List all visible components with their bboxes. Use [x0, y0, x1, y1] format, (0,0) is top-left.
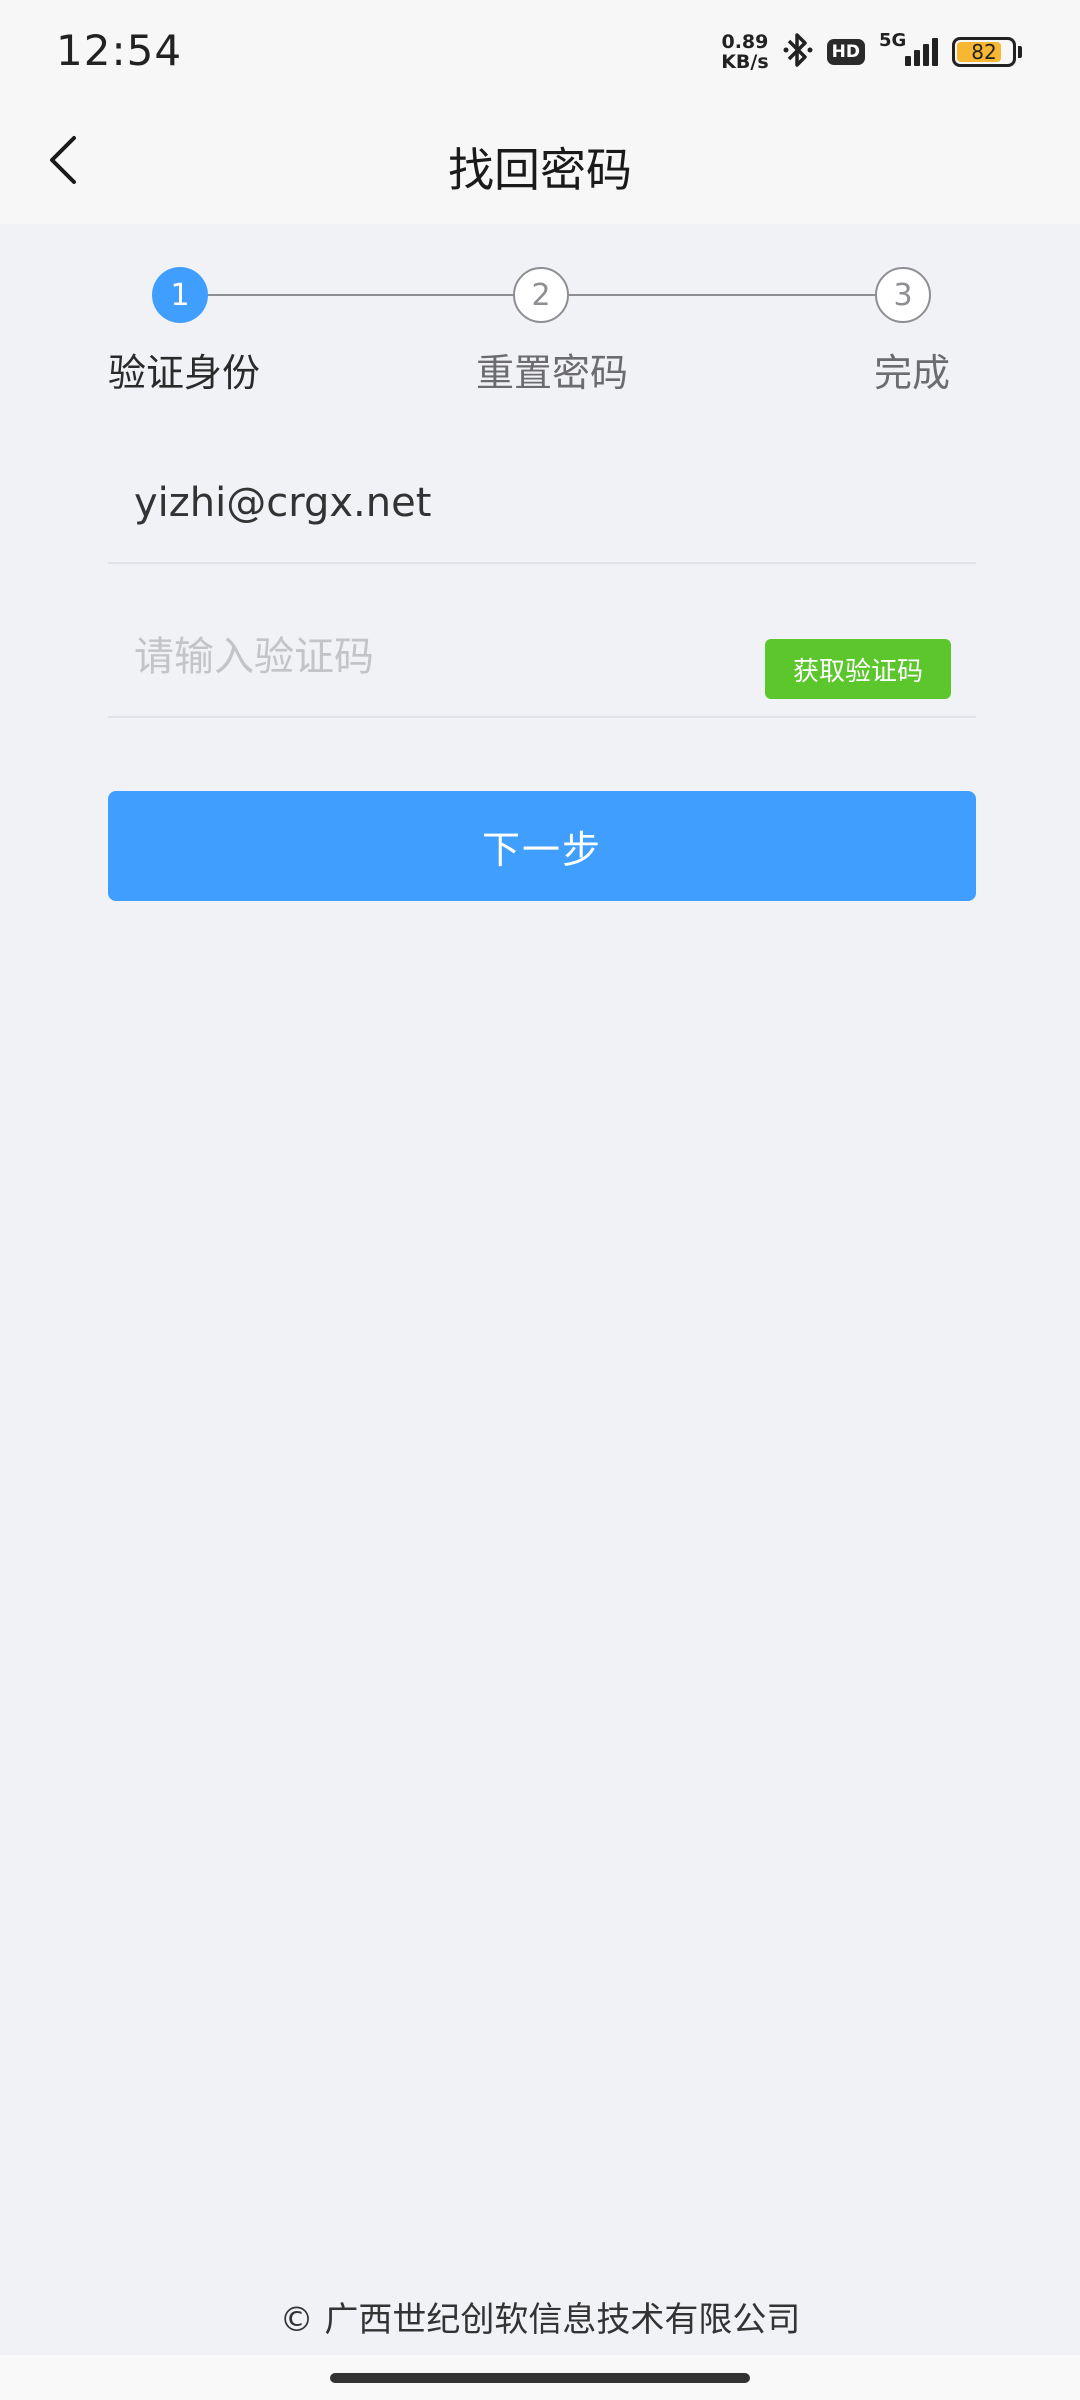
nav-bar: 找回密码 [0, 100, 1080, 224]
step-connector [568, 294, 878, 296]
battery-icon: 82 [952, 37, 1022, 67]
step-connector [206, 294, 516, 296]
signal-icon: 5G [879, 30, 938, 66]
get-code-button[interactable]: 获取验证码 [765, 639, 951, 699]
network-type: 5G [879, 30, 907, 51]
status-icons: 0.89 KB/s HD 5G 82 [721, 30, 1022, 74]
network-speed: 0.89 KB/s [721, 32, 768, 72]
step-1-label: 验证身份 [108, 351, 261, 395]
step-2-label: 重置密码 [476, 351, 629, 395]
email-field[interactable] [134, 444, 694, 562]
email-field-row [108, 444, 976, 564]
copyright-footer: © 广西世纪创软信息技术有限公司 [279, 2300, 801, 2340]
battery-level: 82 [971, 40, 997, 64]
step-3-label: 完成 [874, 351, 951, 395]
home-indicator[interactable] [330, 2373, 750, 2383]
verification-code-input[interactable] [134, 598, 694, 716]
status-time: 12:54 [56, 26, 183, 75]
step-3-circle: 3 [875, 267, 931, 323]
step-1-circle: 1 [152, 267, 208, 323]
hd-badge: HD [826, 39, 865, 65]
step-indicator: 1 2 3 验证身份 重置密码 完成 [0, 262, 1080, 402]
bluetooth-icon [783, 30, 813, 74]
step-2-circle: 2 [513, 267, 569, 323]
page-title: 找回密码 [448, 143, 632, 197]
network-speed-unit: KB/s [721, 51, 769, 73]
status-bar: 12:54 0.89 KB/s HD 5G 82 [0, 0, 1080, 100]
network-speed-value: 0.89 [721, 31, 769, 53]
next-button[interactable]: 下一步 [108, 791, 976, 901]
